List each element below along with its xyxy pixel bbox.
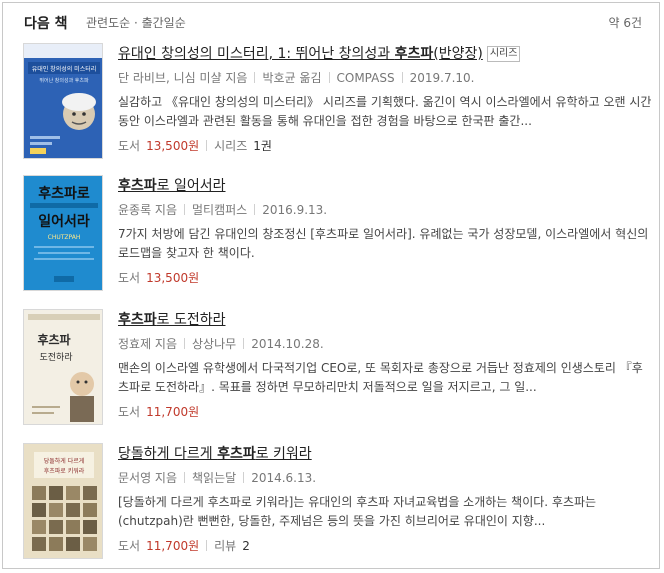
book-item: 후츠파로 일어서라 CHUTZPAH 후츠파로 일어서라 윤종록 지음 멀티캠퍼스… <box>3 175 659 305</box>
book-price: 11,700원 <box>146 405 200 419</box>
svg-text:뛰어난 창의성과 후츠파: 뛰어난 창의성과 후츠파 <box>39 77 89 84</box>
publisher[interactable]: 멀티캠퍼스 <box>192 203 247 217</box>
book-cover-art: 후츠파로 일어서라 CHUTZPAH <box>24 176 102 290</box>
book-info: 도서 11,700원 <box>118 403 199 420</box>
book-price: 13,500원 <box>146 139 200 153</box>
series-tag[interactable]: 시리즈 <box>486 46 521 62</box>
author[interactable]: 단 라비브, 니심 미샬 지음 <box>118 71 247 85</box>
book-type: 도서 <box>118 539 141 553</box>
book-meta: 문서영 지음 책읽는달 2014.6.13. <box>118 469 316 486</box>
book-cover-art: 당돌하게 다르게 후츠파로 키워라 <box>24 444 102 558</box>
book-title-link[interactable]: 후츠파로 일어서라 <box>118 175 226 195</box>
result-count: 약 6건 <box>608 16 642 30</box>
book-info: 도서 11,700원 리뷰 2 <box>118 537 250 554</box>
author[interactable]: 정효제 지음 <box>118 337 177 351</box>
svg-text:후츠파: 후츠파 <box>37 332 70 347</box>
book-cover[interactable]: 후츠파로 일어서라 CHUTZPAH <box>23 175 103 291</box>
author[interactable]: 문서영 지음 <box>118 471 177 485</box>
book-meta: 윤종록 지음 멀티캠퍼스 2016.9.13. <box>118 201 327 218</box>
book-meta: 단 라비브, 니심 미샬 지음 박호균 옮김 COMPASS 2019.7.10. <box>118 69 474 86</box>
book-description: [당돌하게 다르게 후츠파로 키워라]는 유대인의 후츠파 자녀교육법을 소개하… <box>118 495 597 528</box>
svg-text:당돌하게 다르게: 당돌하게 다르게 <box>44 457 85 465</box>
book-type: 도서 <box>118 139 141 153</box>
book-item: 유대인 창의성의 미스터리 뛰어난 창의성과 후츠파 유대인 창의성의 미스터리… <box>3 43 659 173</box>
book-type: 도서 <box>118 271 141 285</box>
book-cover[interactable]: 당돌하게 다르게 후츠파로 키워라 <box>23 443 103 559</box>
svg-text:도전하라: 도전하라 <box>39 352 73 363</box>
pub-date: 2016.9.13. <box>262 203 328 217</box>
review-label: 리뷰 <box>214 539 237 553</box>
publisher[interactable]: 책읽는달 <box>192 471 236 485</box>
svg-text:후츠파로: 후츠파로 <box>38 186 90 202</box>
author[interactable]: 윤종록 지음 <box>118 203 177 217</box>
book-cover-art: 후츠파 도전하라 <box>24 310 102 424</box>
book-description: 7가지 처방에 담긴 유대인의 창조정신 [후츠파로 일어서라]. 유례없는 국… <box>118 227 649 260</box>
book-info: 도서 13,500원 시리즈 1권 <box>118 137 272 154</box>
sort-options[interactable]: 관련도순 · 출간일순 <box>86 14 186 31</box>
book-title-link[interactable]: 후츠파로 도전하라 <box>118 309 226 329</box>
publisher[interactable]: 상상나무 <box>192 337 236 351</box>
book-description: 맨손의 이스라엘 유학생에서 다국적기업 CEO로, 또 목회자로 총장으로 거… <box>118 361 643 394</box>
svg-text:유대인 창의성의 미스터리: 유대인 창의성의 미스터리 <box>32 65 97 73</box>
book-type: 도서 <box>118 405 141 419</box>
book-info: 도서 13,500원 <box>118 269 199 286</box>
book-price: 13,500원 <box>146 271 200 285</box>
book-title-link[interactable]: 유대인 창의성의 미스터리, 1: 뛰어난 창의성과 후츠파(반양장) 시리즈 <box>118 43 521 63</box>
book-description: 실감하고 《유대인 창의성의 미스터리》 시리즈를 기획했다. 옮긴이 역시 이… <box>118 95 652 128</box>
section-title: 다음 책 <box>24 16 68 32</box>
book-item: 후츠파 도전하라 후츠파로 도전하라 정효제 지음 상상나무 2014.10.28.… <box>3 309 659 439</box>
translator[interactable]: 박호균 옮김 <box>262 71 321 85</box>
publisher[interactable]: COMPASS <box>337 71 395 85</box>
book-item: 당돌하게 다르게 후츠파로 키워라 당돌하게 다르게 후츠파로 키워라 문서영 … <box>3 443 659 573</box>
pub-date: 2019.7.10. <box>409 71 475 85</box>
book-cover-art: 유대인 창의성의 미스터리 뛰어난 창의성과 후츠파 <box>24 44 102 158</box>
series-label: 시리즈 <box>214 139 248 153</box>
svg-text:CHUTZPAH: CHUTZPAH <box>48 234 81 241</box>
series-volume[interactable]: 1권 <box>253 139 272 153</box>
book-meta: 정효제 지음 상상나무 2014.10.28. <box>118 335 324 352</box>
svg-text:일어서라: 일어서라 <box>38 213 90 230</box>
book-cover[interactable]: 후츠파 도전하라 <box>23 309 103 425</box>
review-count[interactable]: 2 <box>242 539 250 553</box>
book-cover[interactable]: 유대인 창의성의 미스터리 뛰어난 창의성과 후츠파 <box>23 43 103 159</box>
book-price: 11,700원 <box>146 539 200 553</box>
pub-date: 2014.10.28. <box>251 337 324 351</box>
svg-text:후츠파로 키워라: 후츠파로 키워라 <box>44 467 85 475</box>
book-title-link[interactable]: 당돌하게 다르게 후츠파로 키워라 <box>118 443 312 463</box>
book-search-panel: 다음 책 관련도순 · 출간일순 약 6건 유대인 창의성의 미스터리 뛰어난 … <box>2 2 660 569</box>
section-header: 다음 책 관련도순 · 출간일순 약 6건 <box>3 3 659 39</box>
pub-date: 2014.6.13. <box>251 471 317 485</box>
